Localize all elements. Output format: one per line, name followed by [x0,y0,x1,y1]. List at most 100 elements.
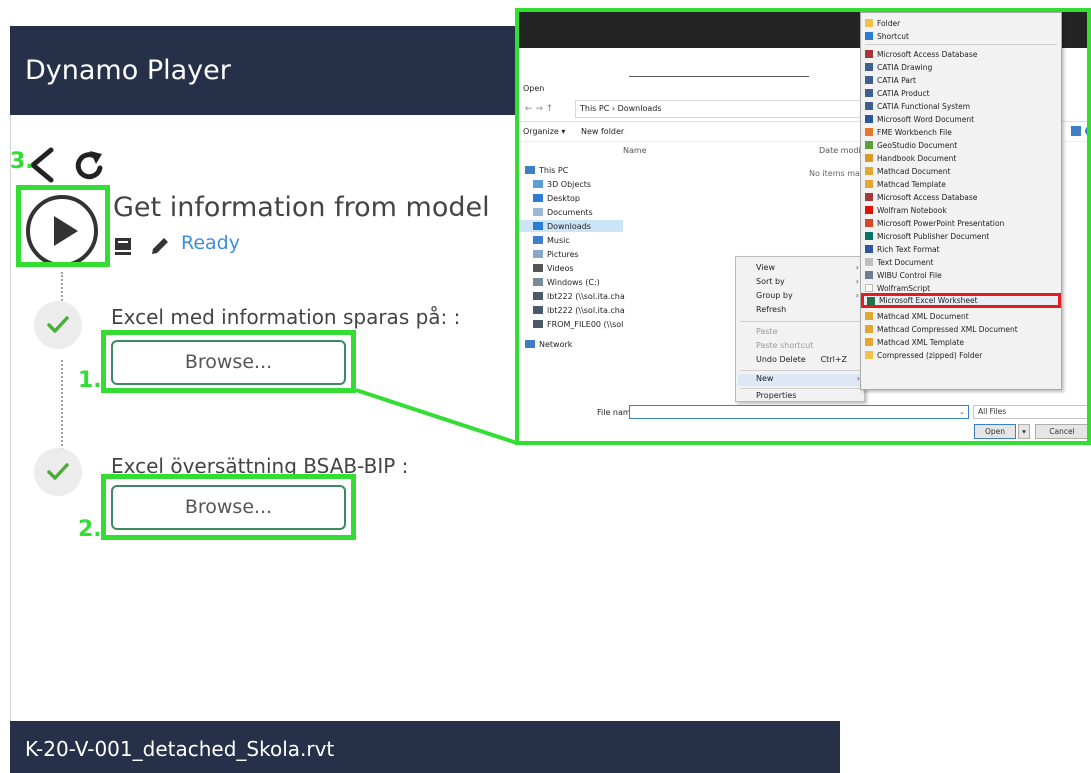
app-title: Dynamo Player [25,55,231,86]
new-item-powerpoint[interactable]: Microsoft PowerPoint Presentation [865,217,1057,229]
chevron-right-icon: › [855,277,859,286]
geostudio-icon [865,141,873,149]
wibu-icon [865,271,873,279]
new-item-wibu[interactable]: WIBU Control File [865,269,1057,281]
new-item-catia-functional[interactable]: CATIA Functional System [865,100,1057,112]
new-item-geostudio[interactable]: GeoStudio Document [865,139,1057,151]
access-icon [865,193,873,201]
open-button[interactable]: Open [974,424,1016,439]
document-icon [533,208,543,216]
column-header-name[interactable]: Name [623,146,647,155]
nav-item-network-drive[interactable]: lbt222 (\\sol.ita.cha [533,290,625,302]
new-item-rtf[interactable]: Rich Text Format [865,243,1057,255]
nav-arrows-icon[interactable]: ← → ↑ [525,104,553,114]
menu-item-view[interactable]: View › [756,263,861,275]
menu-item-group-by[interactable]: Group by › [756,291,861,303]
new-item-catia-part[interactable]: CATIA Part [865,74,1057,86]
file-type-select[interactable]: All Files [973,405,1087,419]
new-item-mathcad-xml-template[interactable]: Mathcad XML Template [865,336,1057,348]
drive-icon [533,278,543,286]
browse-button[interactable]: Browse... [111,485,346,530]
help-icon[interactable] [1085,126,1087,136]
mathcad-icon [865,325,873,333]
new-item-wolfram-notebook[interactable]: Wolfram Notebook [865,204,1057,216]
edit-pencil-icon[interactable] [149,235,171,257]
new-item-word[interactable]: Microsoft Word Document [865,113,1057,125]
network-drive-icon [533,292,543,300]
nav-item-network[interactable]: Network [525,338,572,350]
current-file-name: K-20-V-001_detached_Skola.rvt [25,737,335,761]
new-folder-button[interactable]: New folder [581,127,624,136]
refresh-icon[interactable] [74,148,106,182]
new-item-mathcad-xml[interactable]: Mathcad XML Document [865,310,1057,322]
nav-item-desktop[interactable]: Desktop [533,192,580,204]
annotation-number: 3. [10,149,34,174]
file-name-input[interactable] [629,405,969,419]
menu-separator [740,370,860,371]
desktop-icon [533,194,543,202]
nav-item-documents[interactable]: Documents [533,206,593,218]
nav-item-3d-objects[interactable]: 3D Objects [533,178,591,190]
nav-item-downloads[interactable]: Downloads [519,220,623,232]
new-item-publisher[interactable]: Microsoft Publisher Document [865,230,1057,242]
new-item-access[interactable]: Microsoft Access Database [865,48,1057,60]
new-item-text[interactable]: Text Document [865,256,1057,268]
catia-icon [865,89,873,97]
menu-item-paste-shortcut[interactable]: Paste shortcut [756,341,861,353]
zip-folder-icon [865,351,873,359]
new-item-mathcad-doc[interactable]: Mathcad Document [865,165,1057,177]
window-title: Open [523,84,545,93]
menu-separator [740,388,860,389]
text-file-icon [865,258,873,266]
view-icon[interactable] [1071,126,1081,136]
checkmark-icon [47,316,69,333]
new-item-mathcad-template[interactable]: Mathcad Template [865,178,1057,190]
handbook-icon [865,154,873,162]
script-title: Get information from model [113,192,490,223]
nav-item-drive-c[interactable]: Windows (C:) [533,276,600,288]
new-item-handbook[interactable]: Handbook Document [865,152,1057,164]
mathcad-icon [865,180,873,188]
fme-icon [865,128,873,136]
annotation-number: 2. [78,517,102,542]
menu-item-paste[interactable]: Paste [756,327,861,339]
inputs-icon[interactable] [113,235,135,257]
menu-item-properties[interactable]: Properties [756,391,861,403]
browse-button[interactable]: Browse... [111,340,346,385]
chevron-down-icon[interactable]: ⌄ [959,408,965,416]
new-item-catia-product[interactable]: CATIA Product [865,87,1057,99]
address-bar[interactable]: This PC › Downloads [575,100,875,118]
wolfram-icon [865,206,873,214]
publisher-icon [865,232,873,240]
organize-button[interactable]: Organize ▾ [523,127,565,136]
cancel-button[interactable]: Cancel [1035,424,1087,439]
new-item-catia-drawing[interactable]: CATIA Drawing [865,61,1057,73]
open-dropdown-button[interactable]: ▾ [1018,424,1030,439]
mathcad-icon [865,312,873,320]
nav-item-videos[interactable]: Videos [533,262,574,274]
run-script-button[interactable] [23,192,101,270]
new-item-excel-worksheet[interactable]: Microsoft Excel Worksheet [861,293,1061,308]
new-item-zip-folder[interactable]: Compressed (zipped) Folder [865,349,1057,361]
pc-icon [525,166,535,174]
nav-item-music[interactable]: Music [533,234,570,246]
mathcad-icon [865,167,873,175]
mathcad-icon [865,338,873,346]
new-item-fme[interactable]: FME Workbench File [865,126,1057,138]
nav-item-network-drive[interactable]: FROM_FILE00 (\\sol [533,318,623,330]
menu-item-undo-delete[interactable]: Undo Delete Ctrl+Z [756,355,861,367]
new-item-folder[interactable]: Folder [865,17,1057,29]
script-icon [865,284,873,292]
nav-item-this-pc[interactable]: This PC [525,164,568,176]
nav-item-pictures[interactable]: Pictures [533,248,579,260]
menu-item-new[interactable]: New › [738,374,862,386]
status-text: Ready [181,232,240,254]
menu-item-sort-by[interactable]: Sort by › [756,277,861,289]
chevron-right-icon: › [855,291,859,300]
file-dialog-inset: Open ← → ↑ This PC › Downloads Organize … [515,8,1091,445]
new-item-access-2[interactable]: Microsoft Access Database [865,191,1057,203]
menu-item-refresh[interactable]: Refresh [756,305,861,317]
nav-item-network-drive[interactable]: lbt222 (\\sol.ita.cha [533,304,625,316]
new-item-shortcut[interactable]: Shortcut [865,30,1057,42]
new-item-mathcad-compressed[interactable]: Mathcad Compressed XML Document [865,323,1057,335]
